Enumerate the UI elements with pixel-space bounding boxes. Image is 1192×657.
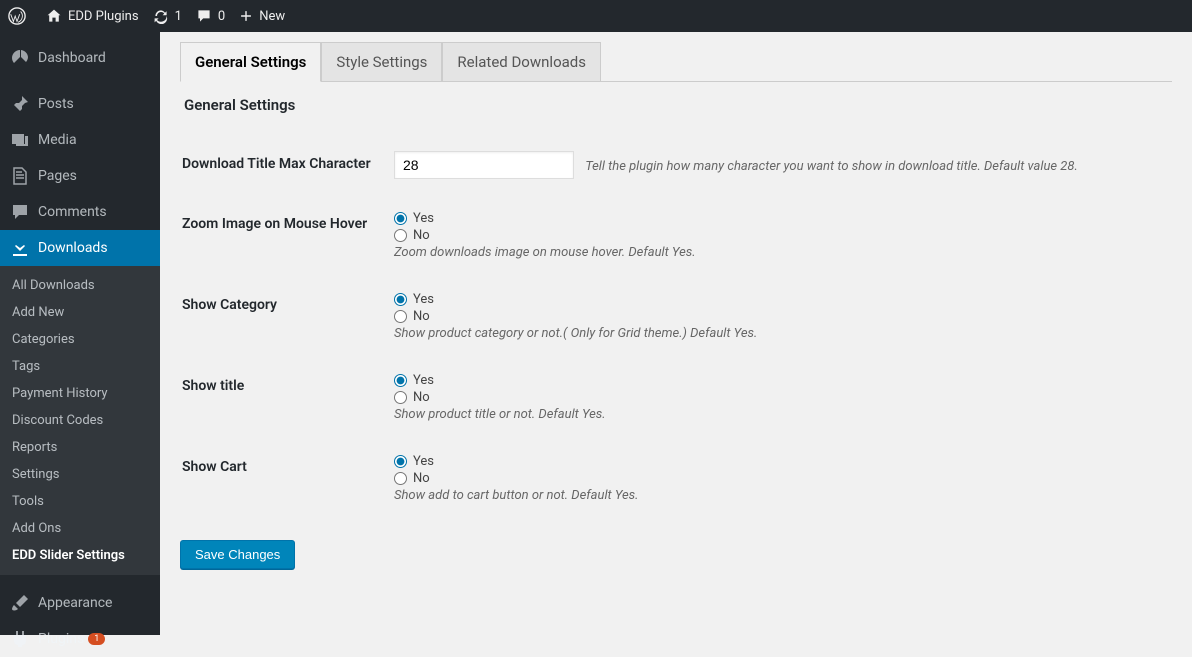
sidebar-item-add-ons[interactable]: Add Ons xyxy=(0,515,160,542)
plus-icon xyxy=(239,9,253,23)
admin-toolbar: EDD Plugins 1 0 New xyxy=(0,0,1192,32)
menu-dashboard[interactable]: Dashboard xyxy=(0,40,160,76)
download-icon xyxy=(10,238,30,258)
menu-comments[interactable]: Comments xyxy=(0,194,160,230)
menu-pages[interactable]: Pages xyxy=(0,158,160,194)
settings-tabs: General Settings Style Settings Related … xyxy=(180,42,1172,82)
menu-label: Posts xyxy=(38,96,74,112)
sidebar-item-categories[interactable]: Categories xyxy=(0,326,160,353)
zoom-yes-radio[interactable] xyxy=(394,212,407,225)
menu-plugins[interactable]: Plugins 1 xyxy=(0,621,160,657)
comment-icon xyxy=(196,8,212,24)
cart-no-radio[interactable] xyxy=(394,472,407,485)
menu-appearance[interactable]: Appearance xyxy=(0,585,160,621)
menu-label: Media xyxy=(38,132,77,148)
category-description: Show product category or not.( Only for … xyxy=(394,326,757,341)
settings-form: Download Title Max Character Tell the pl… xyxy=(180,134,1172,520)
field-label-category: Show Category xyxy=(182,277,382,356)
title-max-description: Tell the plugin how many character you w… xyxy=(585,159,1078,174)
sidebar-item-all-downloads[interactable]: All Downloads xyxy=(0,272,160,299)
field-label-title-max: Download Title Max Character xyxy=(182,136,382,194)
tab-related-downloads[interactable]: Related Downloads xyxy=(442,42,601,81)
radio-label-yes: Yes xyxy=(413,373,434,388)
wp-logo[interactable] xyxy=(8,7,32,25)
save-changes-button[interactable]: Save Changes xyxy=(180,540,295,569)
content-area: General Settings Style Settings Related … xyxy=(160,32,1192,635)
sidebar-item-settings[interactable]: Settings xyxy=(0,461,160,488)
wordpress-icon xyxy=(8,7,26,25)
dashboard-icon xyxy=(10,48,30,68)
media-icon xyxy=(10,130,30,150)
comments-count: 0 xyxy=(218,9,225,24)
refresh-icon xyxy=(153,8,169,24)
site-name-link[interactable]: EDD Plugins xyxy=(46,8,139,24)
field-label-cart: Show Cart xyxy=(182,439,382,518)
sidebar-item-tools[interactable]: Tools xyxy=(0,488,160,515)
menu-posts[interactable]: Posts xyxy=(0,86,160,122)
sidebar-item-tags[interactable]: Tags xyxy=(0,353,160,380)
radio-label-yes: Yes xyxy=(413,292,434,307)
menu-label: Plugins xyxy=(38,631,84,647)
sidebar-item-discount-codes[interactable]: Discount Codes xyxy=(0,407,160,434)
title-max-input[interactable] xyxy=(394,151,574,179)
brush-icon xyxy=(10,593,30,613)
menu-label: Comments xyxy=(38,204,107,220)
menu-downloads[interactable]: Downloads xyxy=(0,230,160,266)
updates-count: 1 xyxy=(175,9,182,24)
home-icon xyxy=(46,8,62,24)
zoom-no-radio[interactable] xyxy=(394,229,407,242)
site-name-label: EDD Plugins xyxy=(68,9,139,24)
sidebar-item-reports[interactable]: Reports xyxy=(0,434,160,461)
tab-general-settings[interactable]: General Settings xyxy=(180,42,321,82)
admin-sidebar: Dashboard Posts Media Pages Comments Dow… xyxy=(0,32,160,635)
comments-icon xyxy=(10,202,30,222)
menu-label: Dashboard xyxy=(38,50,106,66)
updates-link[interactable]: 1 xyxy=(153,8,182,24)
radio-label-no: No xyxy=(413,228,430,243)
radio-label-yes: Yes xyxy=(413,211,434,226)
radio-label-no: No xyxy=(413,471,430,486)
showtitle-no-radio[interactable] xyxy=(394,391,407,404)
cart-yes-radio[interactable] xyxy=(394,455,407,468)
field-label-zoom: Zoom Image on Mouse Hover xyxy=(182,196,382,275)
sidebar-item-payment-history[interactable]: Payment History xyxy=(0,380,160,407)
radio-label-no: No xyxy=(413,309,430,324)
showtitle-yes-radio[interactable] xyxy=(394,374,407,387)
menu-label: Appearance xyxy=(38,595,112,611)
field-label-showtitle: Show title xyxy=(182,358,382,437)
sidebar-item-edd-slider-settings[interactable]: EDD Slider Settings xyxy=(0,542,160,569)
pin-icon xyxy=(10,94,30,114)
cart-description: Show add to cart button or not. Default … xyxy=(394,488,639,503)
new-content-link[interactable]: New xyxy=(239,9,285,24)
radio-label-yes: Yes xyxy=(413,454,434,469)
showtitle-description: Show product title or not. Default Yes. xyxy=(394,407,606,422)
submenu-downloads: All Downloads Add New Categories Tags Pa… xyxy=(0,266,160,575)
comments-link[interactable]: 0 xyxy=(196,8,225,24)
menu-label: Downloads xyxy=(38,240,108,256)
new-label: New xyxy=(259,9,285,24)
section-heading: General Settings xyxy=(180,82,1172,134)
category-no-radio[interactable] xyxy=(394,310,407,323)
sidebar-item-add-new[interactable]: Add New xyxy=(0,299,160,326)
zoom-description: Zoom downloads image on mouse hover. Def… xyxy=(394,245,696,260)
category-yes-radio[interactable] xyxy=(394,293,407,306)
pages-icon xyxy=(10,166,30,186)
plugin-icon xyxy=(10,629,30,649)
radio-label-no: No xyxy=(413,390,430,405)
menu-label: Pages xyxy=(38,168,77,184)
tab-style-settings[interactable]: Style Settings xyxy=(321,42,442,81)
main-container: Dashboard Posts Media Pages Comments Dow… xyxy=(0,32,1192,635)
menu-media[interactable]: Media xyxy=(0,122,160,158)
